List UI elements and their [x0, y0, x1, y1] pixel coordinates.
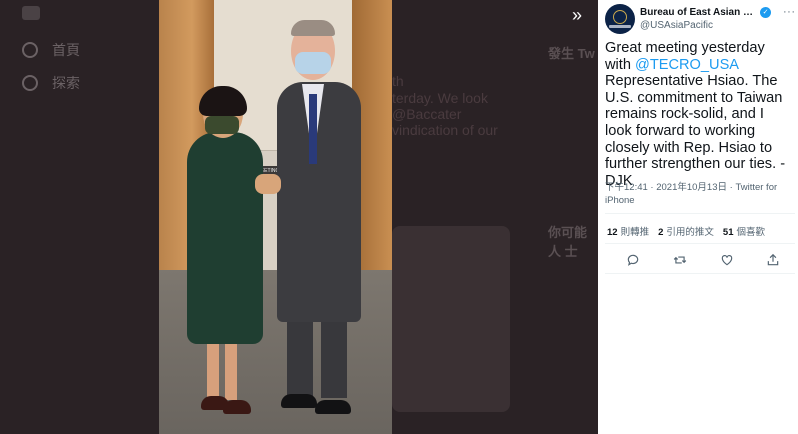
photo-woman-leg: [207, 338, 219, 400]
author-handle[interactable]: @USAsiaPacific: [640, 20, 713, 31]
photo-man-leg: [321, 318, 347, 398]
tweet-metadata: 下午12:41 · 2021年10月13日 · Twitter for iPho…: [605, 181, 793, 207]
seal-text-bar: [609, 25, 631, 28]
explore-icon: [22, 75, 38, 91]
photo-man-shoe: [315, 400, 351, 414]
photo-woman-leg: [225, 338, 237, 400]
photo-man-shoe: [281, 394, 317, 408]
mention-link[interactable]: @TECRO_USA: [635, 57, 738, 73]
nav-item-label: 首頁: [52, 42, 80, 58]
photo-woman-dress: [187, 132, 263, 344]
divider: [605, 273, 795, 274]
background-media-card: [392, 226, 510, 412]
background-text: vindication of our: [392, 122, 498, 138]
background-heading: 發生 Tw: [548, 46, 595, 61]
tweet-actions: [605, 250, 795, 270]
photo-woman-mask: [205, 116, 239, 134]
divider: [605, 213, 795, 214]
photo-man-hair: [291, 20, 335, 36]
tweet-text-part: Representative Hsiao. The U.S. commitmen…: [605, 73, 786, 189]
collapse-panel-icon[interactable]: »: [566, 5, 588, 27]
more-options-icon[interactable]: ···: [783, 6, 796, 18]
seal-icon: [613, 10, 627, 24]
share-button[interactable]: [763, 250, 783, 270]
verified-badge-icon: ✓: [760, 7, 771, 18]
tweet-header: Bureau of East Asian and … ✓ @USAsiaPaci…: [605, 4, 795, 34]
nav-item-explore[interactable]: 探索: [22, 73, 80, 93]
author-display-name[interactable]: Bureau of East Asian and …: [640, 7, 758, 18]
like-count[interactable]: 51 個喜歡: [723, 224, 765, 238]
like-button[interactable]: [717, 250, 737, 270]
retweet-icon: [673, 256, 687, 264]
nav-item-label: 探索: [52, 75, 80, 91]
background-heading: 你可能 人 士: [548, 225, 588, 259]
tweet-photo[interactable]: MEETING: [159, 0, 392, 434]
tweet-stats: 12 則轉推 2 引用的推文 51 個喜歡: [607, 224, 765, 238]
avatar[interactable]: [605, 4, 635, 34]
photo-man-leg: [287, 318, 313, 398]
photo-fist-bump: [255, 174, 281, 194]
quote-count[interactable]: 2 引用的推文: [658, 224, 714, 238]
photo-man-tie: [309, 94, 317, 164]
tweet-detail-panel: Bureau of East Asian and … ✓ @USAsiaPaci…: [598, 0, 798, 434]
photo-man-mask: [295, 52, 331, 74]
share-icon: [767, 253, 779, 266]
like-icon: [721, 255, 733, 266]
nav-item-home[interactable]: 首頁: [22, 40, 80, 60]
photo-woman-shoe: [223, 400, 251, 414]
retweet-count[interactable]: 12 則轉推: [607, 224, 649, 238]
tweet-text: Great meeting yesterday with @TECRO_USA …: [605, 40, 793, 189]
twitter-logo-icon: [22, 6, 40, 20]
divider: [605, 243, 795, 244]
home-icon: [22, 42, 38, 58]
reply-icon: [627, 254, 639, 266]
retweet-button[interactable]: [670, 250, 690, 270]
tweet-timestamp[interactable]: 下午12:41 · 2021年10月13日 ·: [605, 182, 735, 193]
reply-button[interactable]: [623, 250, 643, 270]
